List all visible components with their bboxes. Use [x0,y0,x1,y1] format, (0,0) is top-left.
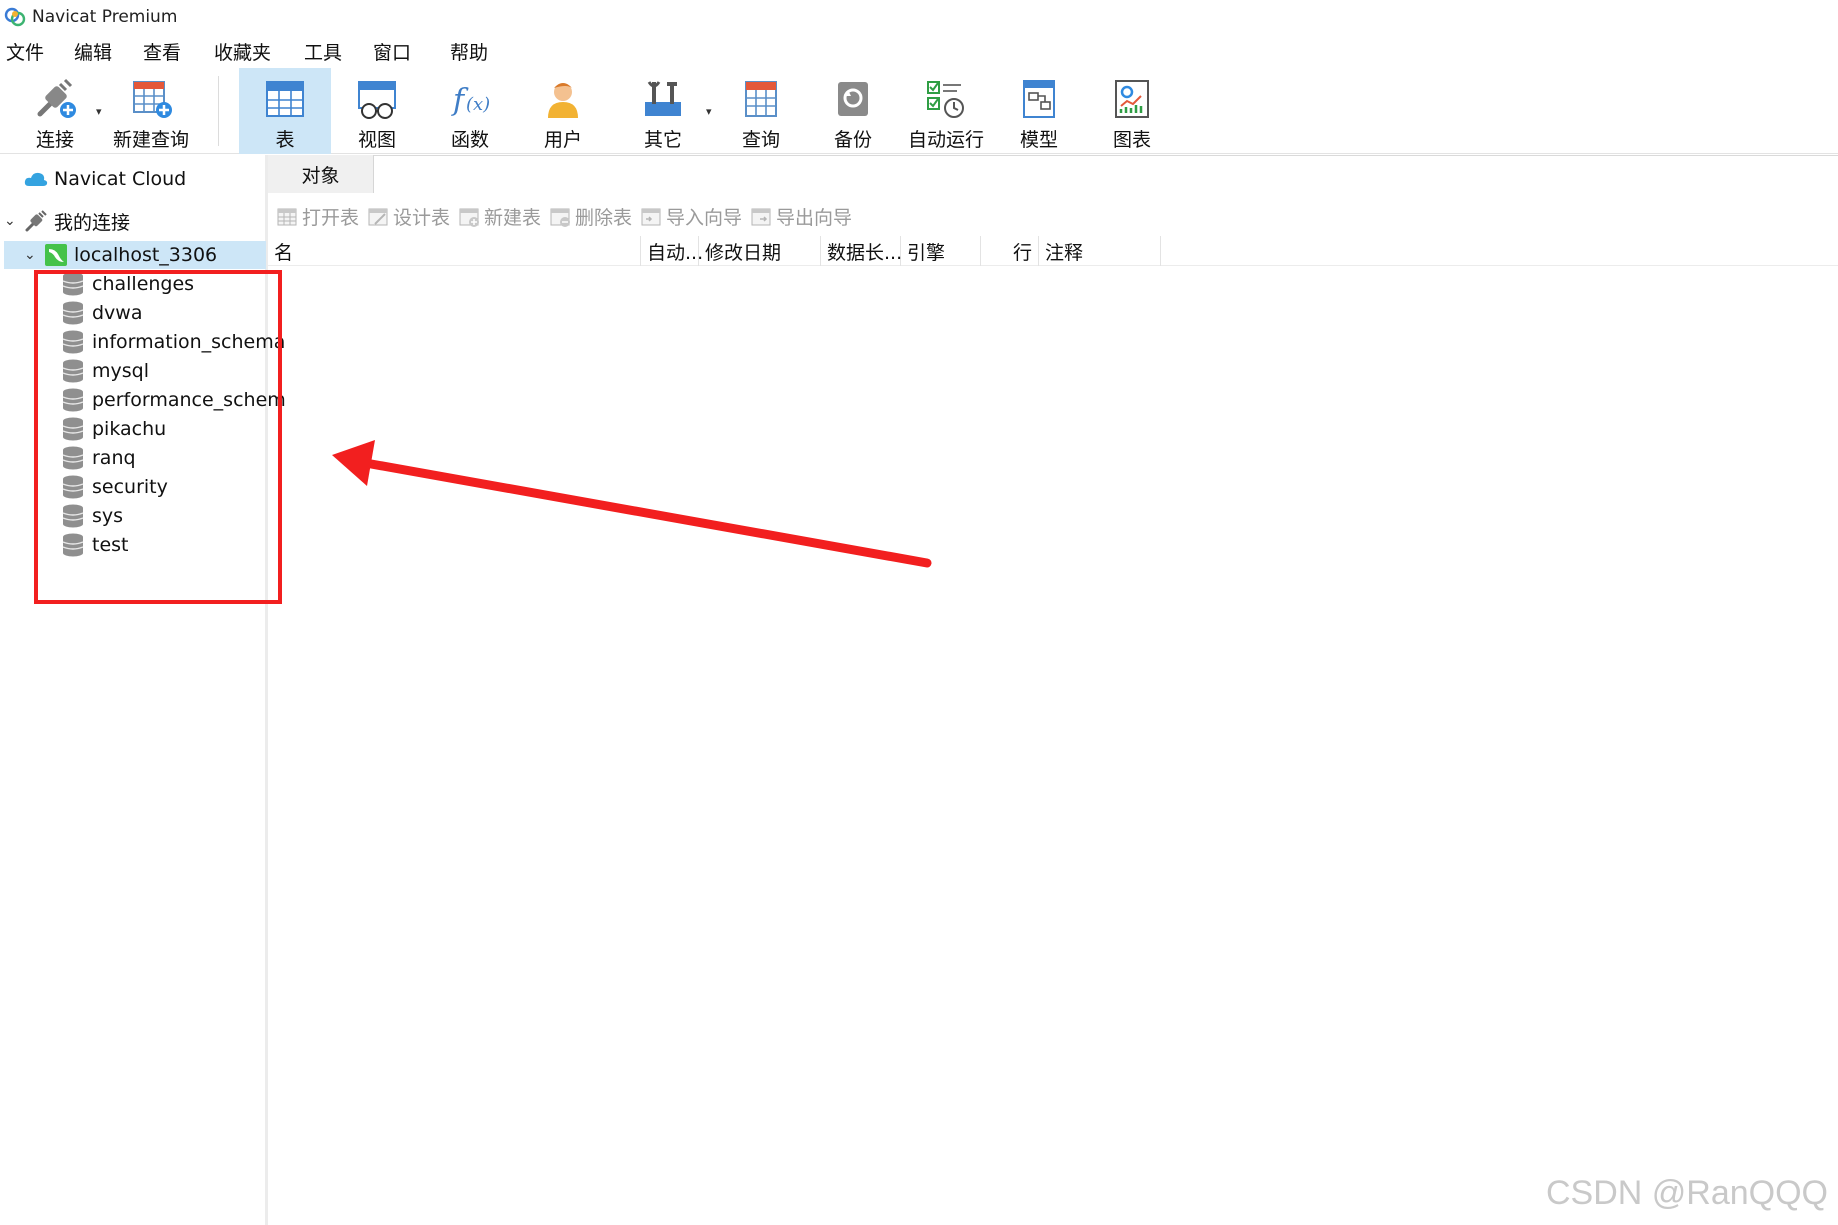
watermark-text: CSDN @RanQQQ [1545,1174,1828,1212]
annotation-arrow-icon [332,440,932,568]
